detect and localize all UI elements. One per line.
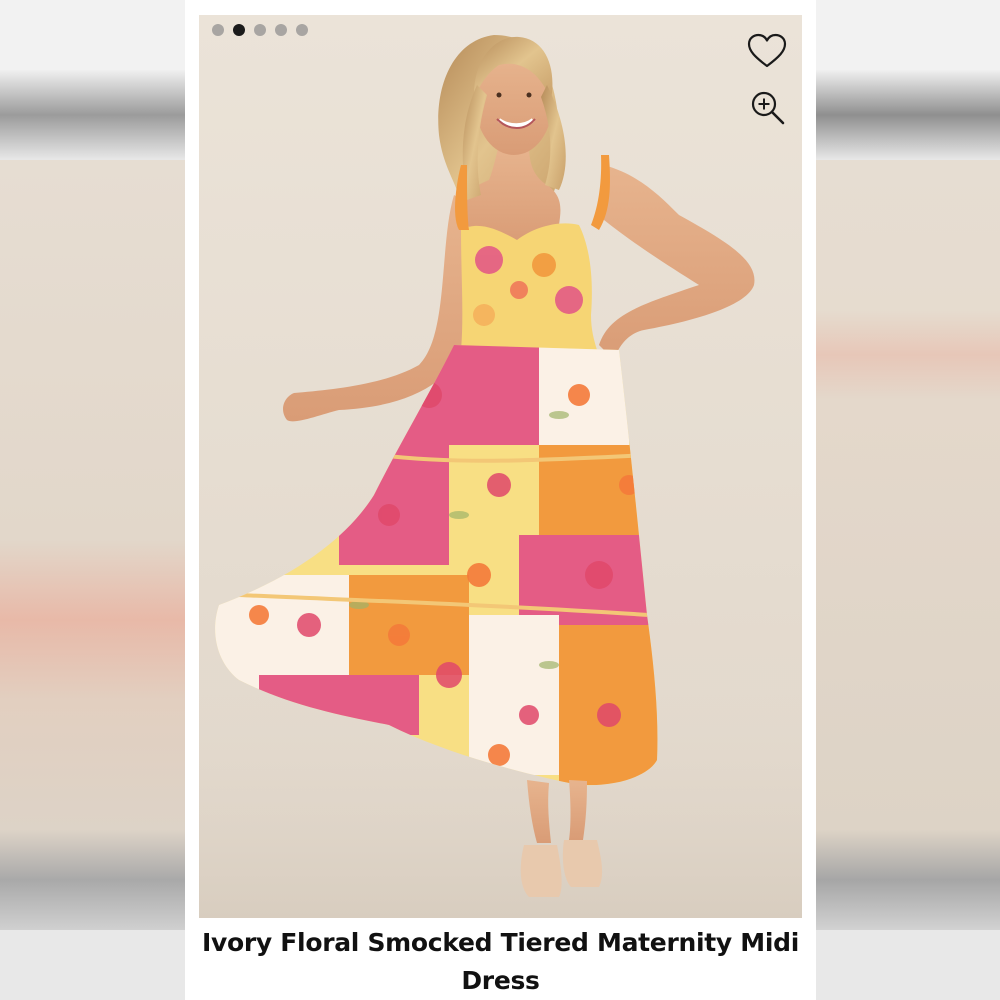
zoom-in-icon bbox=[751, 91, 785, 125]
zoom-button[interactable] bbox=[749, 89, 787, 127]
carousel-indicator bbox=[212, 24, 308, 36]
product-title: Ivory Floral Smocked Tiered Maternity Mi… bbox=[201, 928, 800, 995]
carousel-dot[interactable] bbox=[296, 24, 308, 36]
carousel-dot[interactable] bbox=[254, 24, 266, 36]
product-image[interactable] bbox=[199, 15, 802, 918]
carousel-dot[interactable] bbox=[275, 24, 287, 36]
blurred-background-left bbox=[0, 0, 185, 1000]
model-dress-illustration bbox=[199, 35, 802, 918]
favorite-button[interactable] bbox=[745, 31, 789, 71]
carousel-dot[interactable] bbox=[212, 24, 224, 36]
heart-icon bbox=[747, 33, 787, 68]
carousel-dot-active[interactable] bbox=[233, 24, 245, 36]
blurred-background-right bbox=[816, 0, 1000, 1000]
product-card: Ivory Floral Smocked Tiered Maternity Mi… bbox=[185, 0, 816, 1000]
